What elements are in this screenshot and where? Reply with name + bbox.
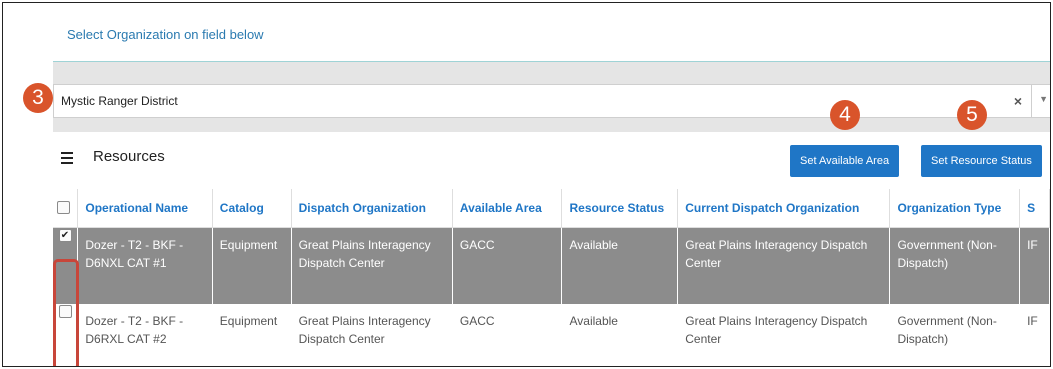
set-available-area-button[interactable]: Set Available Area <box>790 145 900 177</box>
checkbox-highlight <box>53 259 79 366</box>
menu-icon[interactable] <box>61 152 73 167</box>
column-header[interactable]: Organization Type <box>889 189 1021 228</box>
column-header[interactable]: Catalog <box>212 189 292 228</box>
callout-5: 5 <box>957 100 987 130</box>
spacer-band <box>53 118 1050 132</box>
column-header[interactable]: Resource Status <box>561 189 679 228</box>
organization-select-value: Mystic Ranger District <box>61 94 178 108</box>
cell-resource-status: Available <box>569 314 618 328</box>
cell-organization-type: Government (Non-Dispatch) <box>889 227 1020 304</box>
cell-available-area: GACC <box>459 314 495 328</box>
organization-select[interactable]: Mystic Ranger District × ▼ <box>53 84 1050 118</box>
clear-icon[interactable]: × <box>1014 93 1022 109</box>
resources-table: Operational Name Catalog Dispatch Organi… <box>53 189 1050 366</box>
resources-panel-header: Resources Set Available Area Set Resourc… <box>53 133 1050 183</box>
cell-organization-type: Government (Non-Dispatch) <box>897 314 997 346</box>
cell-catalog: Equipment <box>212 227 292 304</box>
table-row[interactable]: Dozer - T2 - BKF - D6RXL CAT #2 Equipmen… <box>53 304 1050 366</box>
spacer-band <box>53 62 1050 84</box>
panel-title: Resources <box>93 148 165 165</box>
select-all-checkbox[interactable] <box>57 201 70 214</box>
callout-4: 4 <box>830 100 860 130</box>
callout-3: 3 <box>23 83 53 113</box>
cell-dispatch-organization: Great Plains Interagency Dispatch Center <box>291 227 453 304</box>
instruction-text: Select Organization on field below <box>67 27 264 42</box>
select-all-cell <box>53 189 79 228</box>
cell-truncated: IF <box>1019 227 1050 304</box>
table-row[interactable]: Dozer - T2 - BKF - D6NXL CAT #1 Equipmen… <box>53 227 1050 304</box>
cell-resource-status: Available <box>561 227 678 304</box>
column-header[interactable]: Current Dispatch Organization <box>677 189 891 228</box>
cell-operational-name: Dozer - T2 - BKF - D6NXL CAT #1 <box>77 227 213 304</box>
cell-dispatch-organization: Great Plains Interagency Dispatch Center <box>298 314 431 346</box>
column-header[interactable]: Operational Name <box>77 189 213 228</box>
column-header[interactable]: Dispatch Organization <box>291 189 453 228</box>
set-resource-status-button[interactable]: Set Resource Status <box>921 145 1042 177</box>
cell-available-area: GACC <box>452 227 562 304</box>
screen-frame: Select Organization on field below Mysti… <box>2 2 1051 367</box>
row-checkbox[interactable] <box>58 228 72 245</box>
cell-truncated: IF <box>1027 314 1038 328</box>
cell-catalog: Equipment <box>219 314 278 328</box>
cell-current-dispatch-organization: Great Plains Interagency Dispatch Center <box>685 314 868 346</box>
cell-current-dispatch-organization: Great Plains Interagency Dispatch Center <box>677 227 890 304</box>
column-header[interactable]: Available Area <box>452 189 563 228</box>
select-separator <box>1031 85 1032 117</box>
table-header-row: Operational Name Catalog Dispatch Organi… <box>53 189 1050 228</box>
column-header[interactable]: S <box>1019 189 1050 228</box>
cell-operational-name: Dozer - T2 - BKF - D6RXL CAT #2 <box>85 314 184 346</box>
chevron-down-icon[interactable]: ▼ <box>1039 94 1048 104</box>
